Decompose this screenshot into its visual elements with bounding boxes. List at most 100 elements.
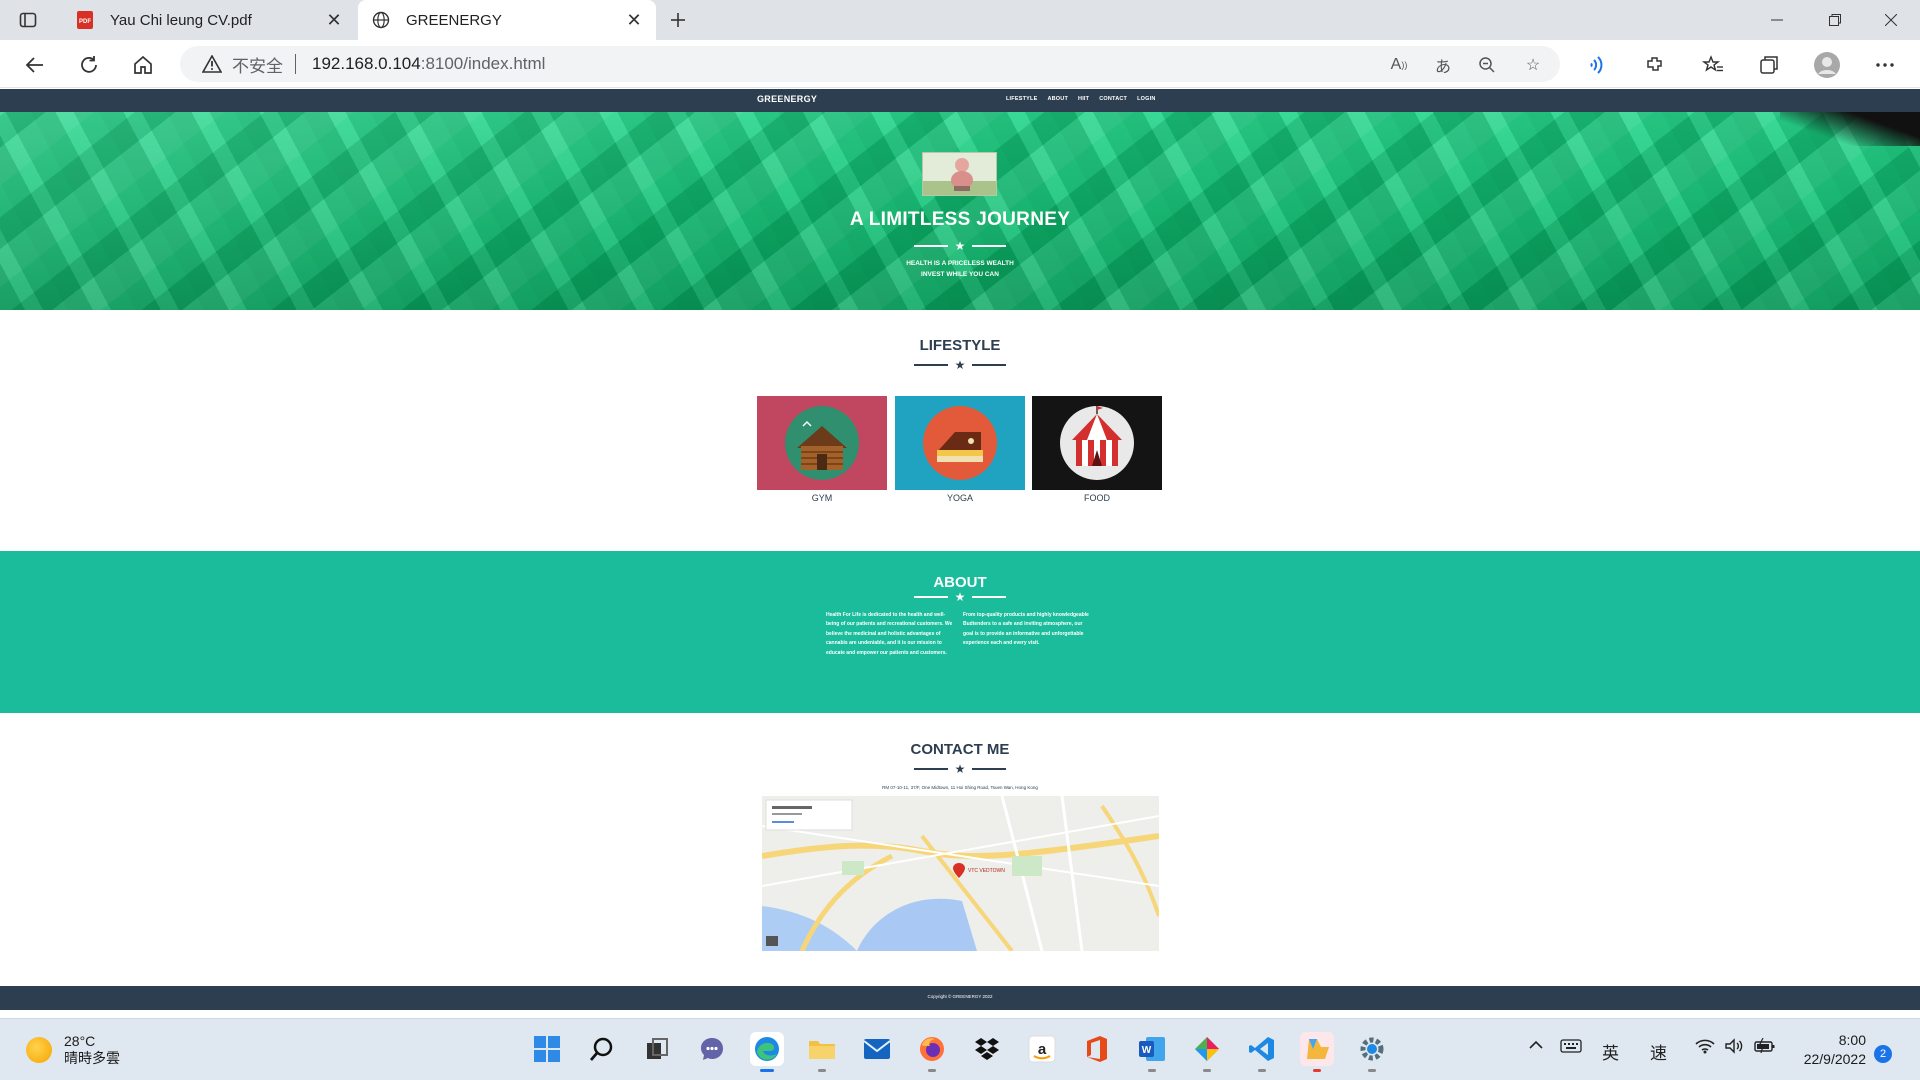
zoom-icon[interactable] [1476,54,1498,76]
brand-link[interactable]: GREENERGY [757,94,817,104]
running-indicator [1148,1069,1156,1072]
hero-subtitle: HEALTH IS A PRICELESS WEALTH INVEST WHIL… [0,258,1920,280]
page-bottom [0,1010,1920,1018]
hero-avatar-image [922,152,997,196]
app-xampp-icon[interactable] [1300,1032,1334,1072]
ime-mode[interactable]: 速 [1650,1039,1667,1064]
active-indicator [760,1069,774,1072]
web-page: GREENERGY LIFESTYLE ABOUT HIIT CONTACT L… [0,89,1920,1010]
task-view-icon[interactable] [640,1032,674,1066]
hero-shadow [1780,112,1920,146]
running-indicator [1368,1069,1376,1072]
favorites-icon[interactable] [1698,50,1728,80]
battery-icon[interactable] [1754,1037,1776,1059]
google-map-embed[interactable]: VTC VEDTOWN [762,796,1159,951]
star-icon: ★ [954,590,966,604]
tab-title: GREENERGY [406,11,502,29]
volume-icon[interactable] [1724,1038,1744,1059]
dropbox-icon[interactable] [970,1032,1004,1066]
about-heading: ABOUT [933,574,987,591]
partly-sunny-icon [26,1037,52,1063]
close-window-icon[interactable] [1862,0,1920,40]
new-tab-icon[interactable] [664,6,692,34]
tab-greenergy[interactable]: GREENERGY ✕ [358,0,656,40]
lifestyle-heading: LIFESTYLE [919,337,1001,354]
tab-title: Yau Chi leung CV.pdf [110,11,252,29]
portfolio-item-food[interactable] [1032,396,1162,490]
ime-language[interactable]: 英 [1602,1039,1619,1064]
portfolio-item-gym[interactable] [757,396,887,490]
svg-text:PDF: PDF [79,19,91,25]
portfolio-item-yoga[interactable] [895,396,1025,490]
nav-about[interactable]: ABOUT [1047,96,1068,102]
close-tab-icon[interactable]: ✕ [624,10,644,30]
map-marker-label: VTC VEDTOWN [968,868,1005,874]
chat-icon[interactable] [695,1032,729,1066]
mail-icon[interactable] [860,1032,894,1066]
tab-bar: PDF Yau Chi leung CV.pdf ✕ GREENERGY ✕ [0,0,1920,40]
word-icon[interactable]: W [1135,1032,1169,1072]
running-indicator [928,1069,936,1072]
about-text-left: Health For Life is dedicated to the heal… [826,612,953,656]
address-bar: 不安全 192.168.0.104:8100/index.html A)) あ … [0,40,1920,88]
chevron-up-icon[interactable] [1528,1037,1544,1058]
tab-pdf[interactable]: PDF Yau Chi leung CV.pdf ✕ [62,0,356,40]
edge-icon[interactable] [750,1032,784,1072]
minimize-icon[interactable] [1748,0,1806,40]
app-diamond-icon[interactable] [1190,1032,1224,1072]
warning-icon[interactable] [202,55,222,73]
nav-contact[interactable]: CONTACT [1099,96,1127,102]
media-icon[interactable] [1584,50,1614,80]
office-icon[interactable] [1080,1032,1114,1066]
settings-icon[interactable] [1355,1032,1389,1072]
keyboard-icon[interactable] [1560,1038,1582,1059]
nav-lifestyle[interactable]: LIFESTYLE [1006,96,1037,102]
notification-badge[interactable]: 2 [1874,1045,1892,1063]
back-icon[interactable] [20,50,50,80]
start-icon[interactable] [530,1032,564,1066]
extensions-icon[interactable] [1640,50,1670,80]
wifi-icon[interactable] [1695,1038,1715,1059]
vscode-icon[interactable] [1245,1032,1279,1072]
url-field[interactable]: 不安全 192.168.0.104:8100/index.html A)) あ … [180,46,1560,82]
home-icon[interactable] [128,50,158,80]
globe-icon [370,9,392,31]
read-aloud-icon[interactable]: A)) [1388,54,1410,76]
more-menu-icon[interactable] [1870,50,1900,80]
weather-temp: 28°C [64,1033,96,1049]
close-tab-icon[interactable]: ✕ [324,10,344,30]
nav-hiit[interactable]: HIIT [1078,96,1089,102]
contact-heading: CONTACT ME [910,741,1010,758]
star-divider: ★ [0,763,1920,775]
star-divider: ★ [0,240,1920,252]
portfolio-caption: FOOD [1084,493,1110,503]
site-navbar: GREENERGY LIFESTYLE ABOUT HIIT CONTACT L… [0,89,1920,112]
about-text-right: From top-quality products and highly kno… [963,612,1089,647]
nav-links: LIFESTYLE ABOUT HIIT CONTACT LOGIN [1006,96,1156,102]
translate-icon[interactable]: あ [1432,54,1454,76]
firefox-icon[interactable] [915,1032,949,1072]
file-explorer-icon[interactable] [805,1032,839,1072]
circus-tent-icon [1060,406,1134,480]
weather-condition: 晴時多雲 [64,1050,120,1066]
refresh-icon[interactable] [74,50,104,80]
hero-title: A LIMITLESS JOURNEY [849,209,1071,230]
about-section: ABOUT ★ Health For Life is dedicated to … [0,551,1920,713]
weather-widget[interactable]: 28°C 晴時多雲 [26,1033,120,1067]
nav-login[interactable]: LOGIN [1137,96,1155,102]
search-icon[interactable] [585,1032,619,1066]
collections-icon[interactable] [1754,50,1784,80]
star-divider: ★ [0,359,1920,371]
security-label[interactable]: 不安全 [232,52,283,77]
restore-icon[interactable] [1806,0,1864,40]
hero-header: A LIMITLESS JOURNEY ★ HEALTH IS A PRICEL… [0,112,1920,310]
tab-actions-icon[interactable] [18,10,38,30]
add-favorite-icon[interactable]: ☆ [1522,54,1544,76]
url-path: :8100/index.html [420,54,546,73]
profile-avatar-icon[interactable] [1812,50,1842,80]
amazon-icon[interactable]: a [1025,1032,1059,1066]
running-indicator [818,1069,826,1072]
system-clock[interactable]: 8:00 22/9/2022 [1790,1031,1866,1069]
contact-address: RM 07-10-11, 37/F, One Midtown, 11 Hoi S… [882,785,1038,790]
site-footer: Copyright © GREENERGY 2022 [0,986,1920,1010]
